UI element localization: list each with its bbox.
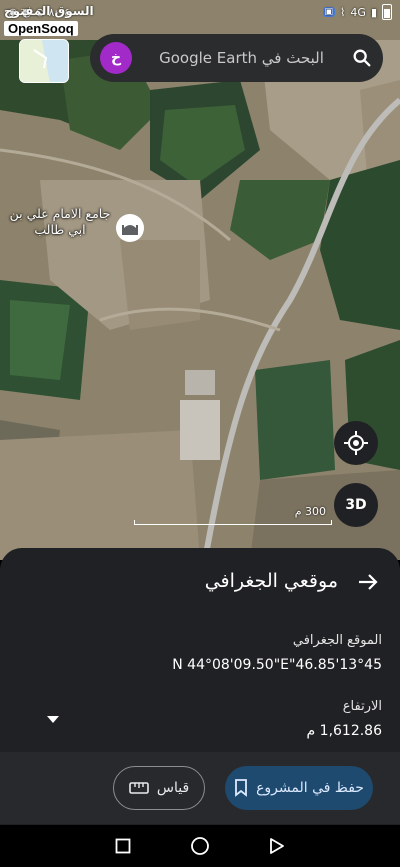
back-arrow-icon[interactable] (356, 570, 380, 594)
scale-line (134, 520, 332, 525)
my-location-button[interactable] (334, 421, 378, 465)
expand-down-icon[interactable] (47, 716, 59, 724)
measure-button[interactable]: قياس (113, 766, 205, 810)
mosque-glyph (122, 225, 138, 235)
watermark-latin: OpenSooq (4, 21, 78, 36)
signal-icon: ▮ (370, 5, 377, 19)
recents-icon[interactable] (115, 838, 131, 854)
location-value: N 44°08'09.50"E"46.85'13°45 (172, 657, 382, 673)
opensooq-watermark: السوق المفتوح OpenSooq (4, 4, 94, 37)
save-to-project-button[interactable]: حفظ في المشروع (225, 766, 373, 810)
battery-icon (382, 4, 392, 20)
back-icon[interactable] (269, 837, 285, 855)
satellite-imagery (0, 0, 400, 560)
app-notification-icon: ▣ (322, 7, 336, 17)
mini-map-icon (20, 40, 68, 82)
save-label: حفظ في المشروع (256, 780, 364, 796)
mini-map-thumbnail[interactable] (19, 39, 69, 83)
search-bar[interactable]: خ البحث في Google Earth (90, 34, 383, 82)
elevation-value: 1,612.86 م (306, 723, 382, 739)
status-right: ▣ ⌇ 4G ▮ (322, 4, 392, 20)
wifi-off-icon: ⌇ (340, 5, 346, 19)
scale-label: 300 م (294, 505, 326, 518)
sheet-header: موقعي الجغرافي (0, 564, 400, 604)
mosque-icon[interactable] (116, 214, 144, 242)
account-avatar[interactable]: خ (100, 42, 132, 74)
satellite-map[interactable] (0, 0, 400, 560)
map-scale: 300 م (134, 505, 332, 528)
location-sheet: موقعي الجغرافي الموقع الجغرافي N 44°08'0… (0, 548, 400, 825)
place-label[interactable]: جامع الامام علي بن ابي طالب (8, 206, 112, 238)
location-label: الموقع الجغرافي (292, 633, 382, 648)
measure-label: قياس (156, 780, 190, 796)
search-icon[interactable] (351, 47, 373, 69)
watermark-arabic: السوق المفتوح (4, 4, 94, 18)
ruler-icon (129, 782, 149, 794)
home-icon[interactable] (190, 836, 210, 856)
sheet-actions: قياس حفظ في المشروع (0, 752, 400, 824)
system-nav-bar (0, 825, 400, 867)
my-location-icon (344, 431, 368, 455)
elevation-label: الارتفاع (342, 699, 382, 714)
sheet-title: موقعي الجغرافي (204, 570, 338, 592)
bookmark-icon (235, 779, 247, 797)
toggle-3d-button[interactable]: 3D (334, 483, 378, 527)
network-type: 4G (350, 5, 366, 19)
search-input[interactable]: البحث في Google Earth (132, 49, 351, 67)
